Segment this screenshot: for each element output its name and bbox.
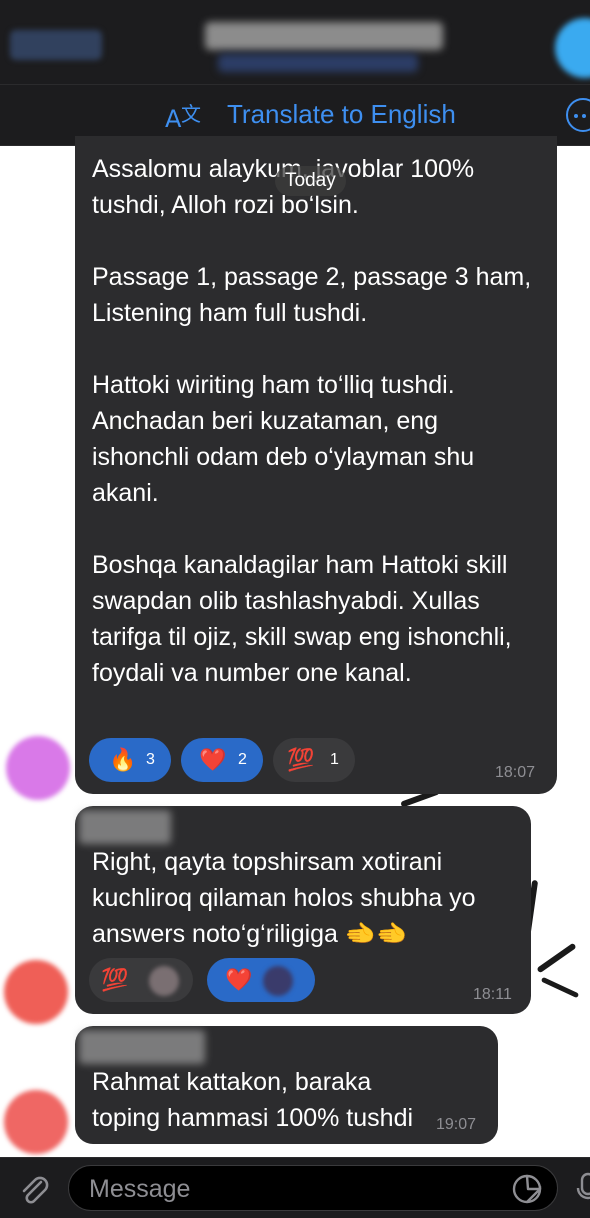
sender-name — [79, 1030, 205, 1064]
reaction-hundred[interactable]: 💯 1 — [273, 738, 355, 782]
background-scribble — [540, 976, 580, 999]
sender-avatar[interactable] — [4, 960, 68, 1024]
chat-avatar[interactable] — [555, 18, 590, 78]
sender-avatar[interactable] — [6, 736, 70, 800]
attach-icon[interactable] — [14, 1170, 54, 1210]
translate-label[interactable]: Translate to English — [227, 99, 456, 130]
reaction-heart[interactable]: ❤️ 2 — [181, 738, 263, 782]
more-icon[interactable] — [566, 98, 590, 132]
message-text: Rahmat kattakon, baraka toping hammasi 1… — [92, 1068, 414, 1132]
reaction-count: 1 — [330, 751, 339, 768]
microphone-icon[interactable] — [574, 1172, 590, 1208]
translate-icon: A 文 — [165, 102, 201, 133]
reaction-count: 3 — [146, 751, 155, 768]
reaction-count: 2 — [238, 751, 247, 768]
svg-text:A: A — [165, 105, 182, 133]
fire-icon: 🔥 — [109, 747, 137, 772]
heart-icon: ❤️ — [225, 967, 253, 992]
message-input[interactable]: Message — [68, 1165, 558, 1211]
svg-text:文: 文 — [181, 102, 201, 126]
message-time: 18:11 — [473, 986, 512, 1003]
sender-name — [79, 810, 171, 844]
reaction-heart[interactable]: ❤️ — [207, 958, 315, 1002]
reactor-avatar — [263, 966, 293, 996]
background-scribble — [536, 942, 577, 974]
hundred-icon: 💯 — [101, 967, 129, 992]
chat-header — [0, 0, 590, 85]
message-text: Right, qayta topshirsam xotirani kuchlir… — [92, 848, 483, 948]
chat-title[interactable] — [205, 22, 443, 50]
message-time: 19:07 — [436, 1116, 477, 1133]
message-input-bar: Message — [0, 1157, 590, 1218]
back-button[interactable] — [10, 30, 102, 60]
sticker-icon[interactable] — [511, 1173, 543, 1205]
message-text: Assalomu alaykum, javoblar 100% tushdi, … — [92, 155, 532, 687]
message-bubble[interactable]: Rahmat kattakon, baraka toping hammasi 1… — [75, 1026, 498, 1144]
message-time: 18:07 — [495, 764, 536, 781]
hundred-icon: 💯 — [287, 747, 315, 772]
sender-avatar[interactable] — [4, 1090, 68, 1154]
date-pill: Today — [275, 166, 346, 196]
chat-subtitle — [218, 54, 418, 72]
message-bubble[interactable]: Right, qayta topshirsam xotirani kuchlir… — [75, 806, 531, 1014]
reaction-hundred[interactable]: 💯 — [89, 958, 193, 1002]
reaction-fire[interactable]: 🔥 3 — [89, 738, 171, 782]
reactor-avatar — [149, 966, 179, 996]
message-bubble[interactable]: Assalomu alaykum, javoblar 100% tushdi, … — [75, 136, 557, 794]
message-placeholder: Message — [89, 1175, 191, 1203]
heart-icon: ❤️ — [199, 747, 227, 772]
